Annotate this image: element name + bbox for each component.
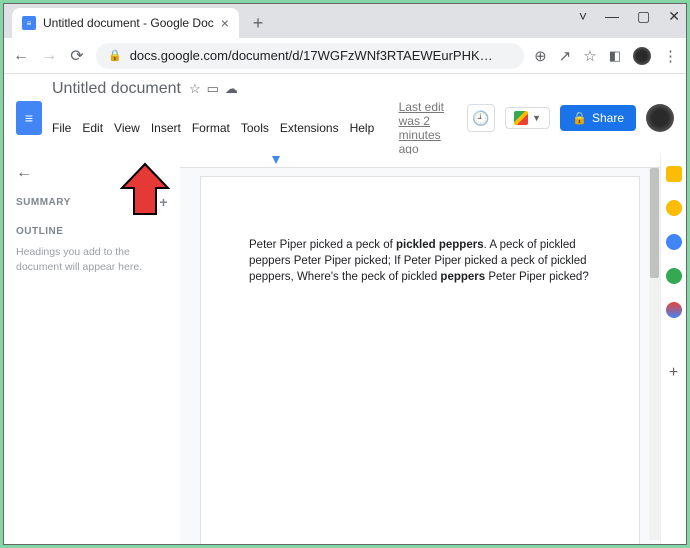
cloud-saved-icon: ☁ bbox=[225, 81, 238, 97]
browser-tab[interactable]: ≡ Untitled document - Google Doc × bbox=[12, 8, 239, 38]
outline-panel: ← SUMMARY + OUTLINE Headings you add to … bbox=[4, 154, 180, 544]
kebab-menu-icon[interactable]: ⋮ bbox=[663, 47, 678, 65]
lock-icon: 🔒 bbox=[108, 49, 122, 62]
menu-file[interactable]: File bbox=[52, 121, 71, 135]
zoom-icon[interactable]: ⊕ bbox=[534, 47, 547, 65]
docs-favicon: ≡ bbox=[22, 16, 36, 30]
maximize-icon[interactable]: ▢ bbox=[637, 8, 650, 25]
reload-icon[interactable]: ⟳ bbox=[68, 46, 86, 66]
summary-label: SUMMARY bbox=[16, 197, 71, 208]
share-url-icon[interactable]: ↗ bbox=[559, 47, 572, 65]
lock-icon: 🔒 bbox=[572, 111, 587, 125]
outline-label: OUTLINE bbox=[16, 226, 168, 237]
browser-tabstrip: ≡ Untitled document - Google Doc × + ˅ —… bbox=[4, 4, 686, 38]
profile-avatar-icon[interactable] bbox=[633, 47, 651, 65]
outline-hint: Headings you add to the document will ap… bbox=[16, 245, 168, 274]
menubar: File Edit View Insert Format Tools Exten… bbox=[52, 100, 457, 156]
meet-button[interactable]: ▼ bbox=[505, 107, 550, 129]
contacts-icon[interactable] bbox=[666, 268, 682, 284]
document-page[interactable]: Peter Piper picked a peck of pickled pep… bbox=[200, 176, 640, 544]
scroll-thumb[interactable] bbox=[650, 168, 659, 278]
side-panel: + bbox=[660, 154, 686, 544]
close-window-icon[interactable]: ✕ bbox=[668, 8, 680, 25]
tab-title: Untitled document - Google Doc bbox=[43, 16, 214, 30]
browser-address-bar: ← → ⟳ 🔒 docs.google.com/document/d/17WGF… bbox=[4, 38, 686, 74]
document-area[interactable]: Peter Piper picked a peck of pickled pep… bbox=[180, 154, 660, 544]
google-docs-app: ≡ Untitled document ☆ ▭ ☁ File Edit View bbox=[4, 74, 686, 544]
menu-help[interactable]: Help bbox=[350, 121, 375, 135]
tasks-icon[interactable] bbox=[666, 234, 682, 250]
meet-icon bbox=[514, 111, 528, 125]
vertical-scrollbar[interactable] bbox=[649, 168, 660, 540]
share-button[interactable]: 🔒Share bbox=[560, 105, 636, 131]
add-summary-icon[interactable]: + bbox=[159, 194, 168, 210]
menu-insert[interactable]: Insert bbox=[151, 121, 181, 135]
menu-extensions[interactable]: Extensions bbox=[280, 121, 339, 135]
account-avatar[interactable] bbox=[646, 104, 674, 132]
extensions-icon[interactable]: ◧ bbox=[609, 48, 621, 64]
chevron-down-icon[interactable]: ˅ bbox=[579, 8, 587, 25]
url-text: docs.google.com/document/d/17WGFzWNf3RTA… bbox=[130, 48, 493, 63]
omnibox[interactable]: 🔒 docs.google.com/document/d/17WGFzWNf3R… bbox=[96, 43, 524, 69]
star-icon[interactable]: ☆ bbox=[189, 81, 201, 97]
move-icon[interactable]: ▭ bbox=[207, 81, 219, 97]
horizontal-ruler[interactable] bbox=[180, 154, 660, 168]
keep-icon[interactable] bbox=[666, 200, 682, 216]
window-controls: ˅ — ▢ ✕ bbox=[579, 8, 680, 25]
close-icon[interactable]: × bbox=[221, 15, 229, 31]
back-icon[interactable]: ← bbox=[12, 47, 30, 65]
docs-logo-icon[interactable]: ≡ bbox=[16, 101, 42, 135]
new-tab-button[interactable]: + bbox=[245, 10, 271, 36]
calendar-icon[interactable] bbox=[666, 166, 682, 182]
add-addon-icon[interactable]: + bbox=[669, 364, 678, 382]
maps-icon[interactable] bbox=[666, 302, 682, 318]
document-title[interactable]: Untitled document bbox=[52, 80, 181, 98]
menu-tools[interactable]: Tools bbox=[241, 121, 269, 135]
outline-back-icon[interactable]: ← bbox=[16, 164, 168, 182]
document-body[interactable]: Peter Piper picked a peck of pickled pep… bbox=[249, 237, 591, 285]
version-history-icon[interactable]: 🕘 bbox=[467, 104, 495, 132]
bookmark-icon[interactable]: ☆ bbox=[583, 47, 596, 65]
menu-format[interactable]: Format bbox=[192, 121, 230, 135]
last-edit-link[interactable]: Last edit was 2 minutes ago bbox=[399, 100, 457, 156]
forward-icon: → bbox=[40, 47, 58, 65]
menu-view[interactable]: View bbox=[114, 121, 140, 135]
minimize-icon[interactable]: — bbox=[605, 8, 619, 25]
menu-edit[interactable]: Edit bbox=[82, 121, 103, 135]
